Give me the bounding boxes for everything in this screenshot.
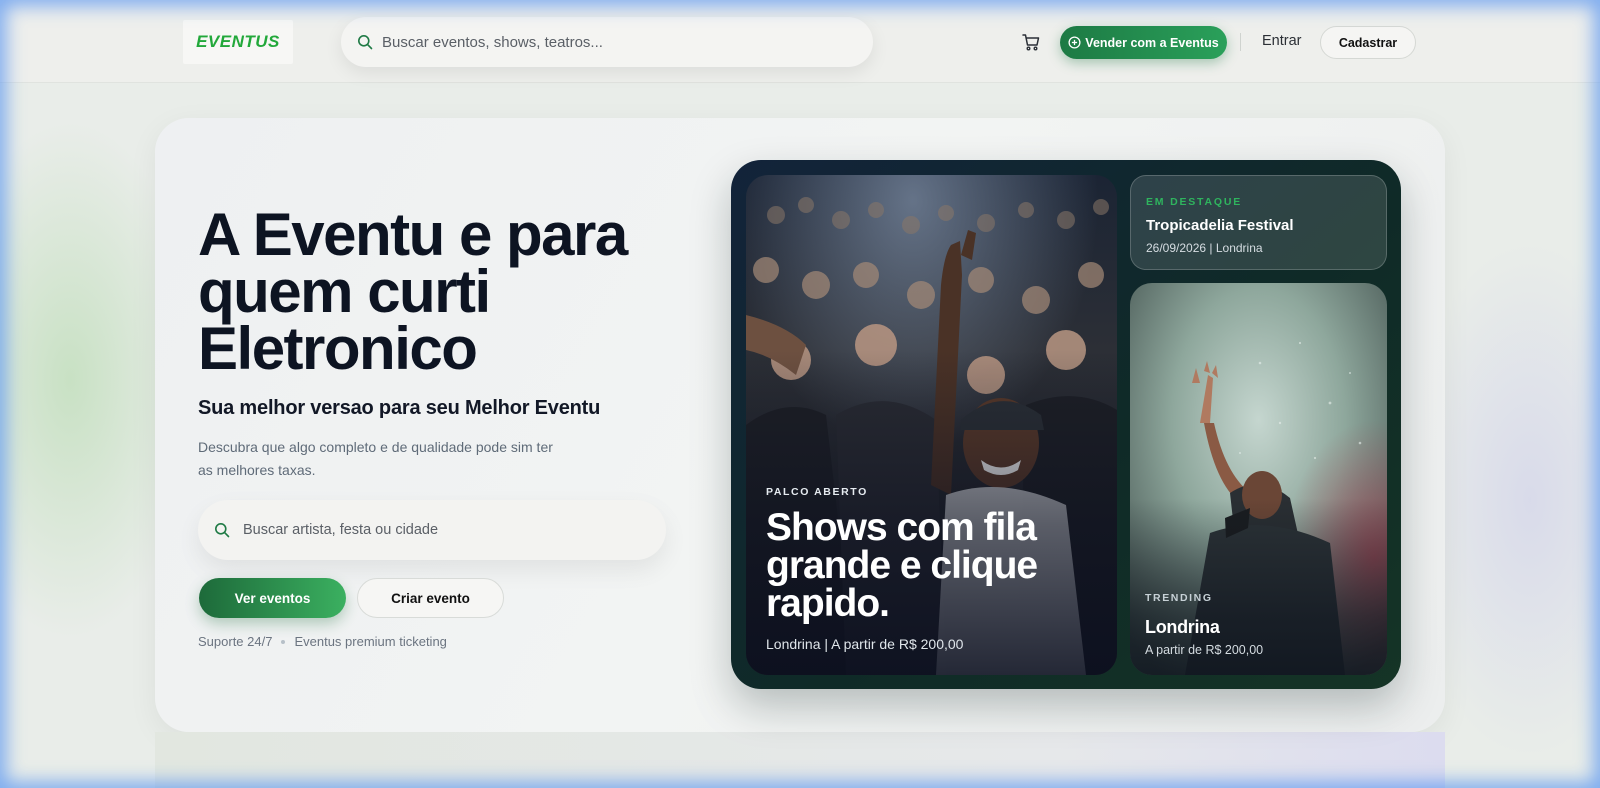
header-search-input[interactable] — [382, 33, 842, 51]
view-events-button[interactable]: Ver eventos — [199, 578, 346, 618]
highlight-meta: 26/09/2026 | Londrina — [1146, 241, 1263, 255]
sell-button-label: Vender com a Eventus — [1085, 35, 1219, 50]
feature-eyebrow: PALCO ABERTO — [766, 486, 868, 498]
signup-button[interactable]: Cadastrar — [1320, 26, 1416, 59]
hero-search-bar[interactable] — [198, 500, 666, 560]
sell-with-eventus-button[interactable]: Vender com a Eventus — [1060, 26, 1227, 59]
signup-button-label: Cadastrar — [1338, 35, 1398, 50]
trending-event-card[interactable]: TRENDING Londrina A partir de R$ 200,00 — [1130, 283, 1387, 675]
create-event-label: Criar evento — [391, 590, 470, 606]
trending-title: Londrina — [1145, 617, 1220, 637]
logo-text: EVENTUS — [196, 32, 280, 51]
next-section-peek — [155, 732, 1445, 788]
cart-icon — [1022, 34, 1040, 51]
premium-ticketing-text: Eventus premium ticketing — [294, 634, 447, 649]
hero-title: A Eventu e para quem curti Eletronico — [198, 201, 628, 382]
hero-search-input[interactable] — [243, 522, 623, 538]
hero-description: Descubra que algo completo e de qualidad… — [198, 439, 553, 478]
view-events-label: Ver eventos — [234, 590, 311, 606]
separator-dot — [281, 639, 286, 644]
create-event-button[interactable]: Criar evento — [357, 578, 504, 618]
highlight-title: Tropicadelia Festival — [1146, 217, 1294, 234]
plus-circle-icon — [1068, 36, 1081, 49]
cart-button[interactable] — [1021, 32, 1041, 52]
feature-event-card[interactable]: PALCO ABERTO Shows com fila grande e cli… — [746, 175, 1117, 675]
highlight-eyebrow: EM DESTAQUE — [1146, 196, 1243, 208]
header-divider — [1240, 33, 1241, 51]
trending-eyebrow: TRENDING — [1145, 592, 1213, 604]
search-icon — [358, 35, 373, 50]
hero-meta-line: Suporte 24/7 Eventus premium ticketing — [198, 634, 447, 649]
feature-headline: Shows com fila grande e clique rapido. — [766, 506, 1038, 625]
hero-subtitle: Sua melhor versao para seu Melhor Eventu — [198, 397, 601, 419]
support-text: Suporte 24/7 — [198, 634, 273, 649]
trending-meta: A partir de R$ 200,00 — [1145, 643, 1264, 657]
eventus-logo[interactable]: EVENTUS — [183, 20, 293, 64]
highlight-event-card[interactable]: EM DESTAQUE Tropicadelia Festival 26/09/… — [1130, 175, 1387, 270]
search-icon — [215, 523, 230, 538]
header-search-bar[interactable] — [341, 17, 873, 67]
top-navigation-bar: EVENTUS Vender com a Eventus Entrar Cada… — [0, 0, 1600, 83]
feature-meta: Londrina | A partir de R$ 200,00 — [766, 636, 964, 652]
login-link[interactable]: Entrar — [1262, 33, 1302, 49]
